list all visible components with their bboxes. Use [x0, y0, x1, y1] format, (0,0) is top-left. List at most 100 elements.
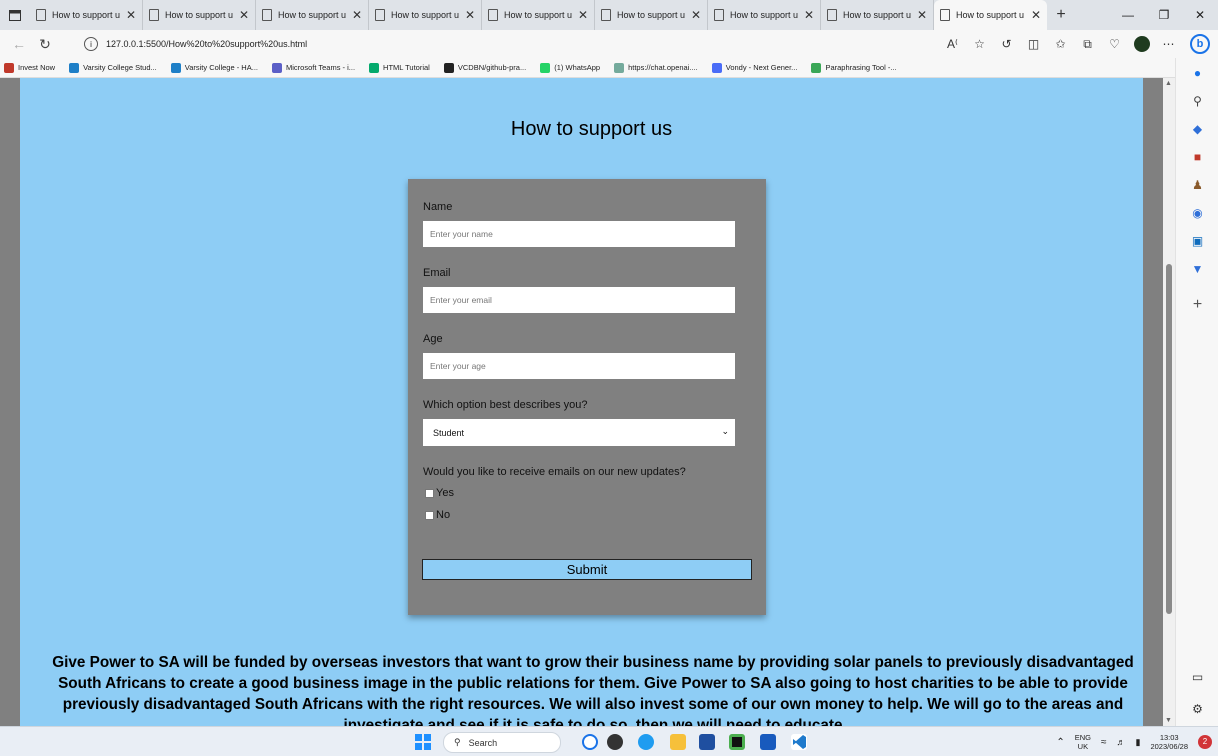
clock[interactable]: 13:03 2023/06/28: [1150, 733, 1188, 751]
performance-icon[interactable]: ♡: [1101, 31, 1128, 57]
back-button[interactable]: ←: [6, 31, 32, 57]
more-menu-icon[interactable]: ⋯: [1155, 31, 1182, 57]
tools-briefcase-icon[interactable]: ■: [1176, 146, 1218, 168]
bookmark-item[interactable]: Varsity College Stud...: [69, 62, 157, 73]
extensions-icon[interactable]: ↺: [993, 31, 1020, 57]
shopping-tag-icon[interactable]: ◆: [1176, 118, 1218, 140]
bookmark-item[interactable]: (1) WhatsApp: [540, 62, 600, 73]
outlook-icon[interactable]: ▣: [1176, 230, 1218, 252]
wifi-icon[interactable]: ≈: [1101, 737, 1107, 747]
close-tab-icon[interactable]: ✕: [239, 8, 249, 22]
close-tab-icon[interactable]: ✕: [465, 8, 475, 22]
bookmark-item[interactable]: Paraphrasing Tool -...: [811, 62, 897, 73]
split-screen-icon[interactable]: ◫: [1020, 31, 1047, 57]
new-tab-button[interactable]: +: [1047, 0, 1075, 30]
minimize-button[interactable]: —: [1110, 0, 1146, 30]
scroll-up-arrow-icon[interactable]: ▲: [1165, 80, 1172, 87]
notification-badge[interactable]: 2: [1198, 735, 1212, 749]
favorites-icon[interactable]: ✩: [1047, 31, 1074, 57]
scroll-down-arrow-icon[interactable]: ▼: [1165, 717, 1172, 724]
refresh-button[interactable]: ↻: [32, 31, 58, 57]
age-input[interactable]: [423, 353, 735, 379]
edge-taskbar-icon[interactable]: [638, 734, 654, 750]
browser-window: How to support u ✕ How to support u ✕ How to…: [0, 0, 1218, 756]
tab-actions-button[interactable]: [0, 0, 30, 30]
close-tab-icon[interactable]: ✕: [126, 8, 136, 22]
close-tab-icon[interactable]: ✕: [917, 8, 927, 22]
yes-checkbox[interactable]: [425, 488, 434, 498]
option-no[interactable]: No: [425, 509, 450, 521]
word-icon[interactable]: [760, 734, 776, 750]
tab[interactable]: How to support u ✕: [256, 0, 369, 30]
tab[interactable]: How to support u ✕: [143, 0, 256, 30]
close-tab-icon[interactable]: ✕: [578, 8, 588, 22]
no-checkbox[interactable]: [425, 510, 434, 520]
tab[interactable]: How to support u ✕: [708, 0, 821, 30]
file-explorer-icon[interactable]: [670, 734, 686, 750]
bookmark-item[interactable]: Varsity College - HA...: [170, 62, 258, 73]
tab[interactable]: How to support u ✕: [369, 0, 482, 30]
close-tab-icon[interactable]: ✕: [804, 8, 814, 22]
show-hidden-icons-icon[interactable]: ⌃: [1056, 737, 1064, 747]
bookmark-item[interactable]: Microsoft Teams - i...: [271, 62, 355, 73]
bookmark-item[interactable]: Invest Now: [4, 62, 56, 73]
address-bar[interactable]: i 127.0.0.1:5500/How%20to%20support%20us…: [84, 33, 884, 55]
bookmark-item[interactable]: HTML Tutorial: [369, 62, 430, 73]
system-tray: ⌃ ENG UK ≈ ♬ ▮ 13:03 2023/06/28 2: [1056, 727, 1218, 756]
site-info-icon[interactable]: i: [84, 37, 98, 51]
microsoft-365-icon[interactable]: ◉: [1176, 202, 1218, 224]
collections-icon[interactable]: ⧉: [1074, 31, 1101, 57]
tab[interactable]: How to support u ✕: [821, 0, 934, 30]
tab[interactable]: How to support u ✕: [595, 0, 708, 30]
sidebar-toggle-icon[interactable]: ▭: [1176, 666, 1218, 688]
submit-button[interactable]: Submit: [422, 559, 752, 580]
notification-bell-icon[interactable]: ●: [1176, 62, 1218, 84]
language-indicator[interactable]: ENG UK: [1075, 733, 1091, 751]
favorite-star-icon[interactable]: ☆: [966, 31, 993, 57]
bookmark-item[interactable]: https://chat.openai....: [614, 62, 698, 73]
taskbar-search-label: Search: [468, 737, 498, 748]
add-sidebar-app-icon[interactable]: +: [1176, 294, 1218, 316]
tab-title: How to support u: [165, 10, 234, 20]
page-icon: [149, 9, 159, 21]
windows-start-icon[interactable]: [415, 734, 431, 750]
option-yes[interactable]: Yes: [425, 487, 454, 499]
battery-icon[interactable]: ▮: [1136, 737, 1141, 747]
profile-avatar[interactable]: [1128, 31, 1155, 57]
close-tab-icon[interactable]: ✕: [352, 8, 362, 22]
page-scrollbar[interactable]: ▲ ▼: [1163, 78, 1175, 726]
store-icon[interactable]: [699, 734, 715, 750]
page-left-margin: [0, 78, 20, 726]
volume-icon[interactable]: ♬: [1117, 737, 1126, 747]
bing-taskbar-icon[interactable]: [582, 734, 598, 750]
bookmark-favicon-icon: [369, 62, 380, 73]
taskbar-search-box[interactable]: ⚲ Search: [443, 732, 561, 753]
bookmark-label: Invest Now: [18, 63, 56, 72]
tab-active[interactable]: How to support u ✕: [934, 0, 1047, 30]
bookmark-label: Vondy - Next Gener...: [725, 63, 798, 72]
toolbar-icons: A⁽ ☆ ↺ ◫ ✩ ⧉ ♡ ⋯ b: [939, 30, 1218, 58]
tab[interactable]: How to support u ✕: [30, 0, 143, 30]
bing-copilot-icon[interactable]: b: [1182, 31, 1218, 57]
close-tab-icon[interactable]: ✕: [691, 8, 701, 22]
email-input[interactable]: [423, 287, 735, 313]
nvidia-app-icon[interactable]: [729, 734, 745, 750]
designer-icon[interactable]: ▼: [1176, 258, 1218, 280]
bookmark-item[interactable]: Vondy - Next Gener...: [711, 62, 798, 73]
close-tab-icon[interactable]: ✕: [1031, 8, 1041, 22]
read-aloud-icon[interactable]: A⁽: [939, 31, 966, 57]
role-select[interactable]: Student ⌄: [423, 419, 735, 446]
games-icon[interactable]: ♟: [1176, 174, 1218, 196]
tab[interactable]: How to support u ✕: [482, 0, 595, 30]
name-input[interactable]: [423, 221, 735, 247]
close-window-button[interactable]: ✕: [1182, 0, 1218, 30]
scrollbar-thumb[interactable]: [1166, 264, 1172, 614]
sidebar-search-icon[interactable]: ⚲: [1176, 90, 1218, 112]
sidebar-settings-gear-icon[interactable]: ⚙: [1176, 698, 1218, 720]
chevron-down-icon: ⌄: [721, 426, 729, 436]
restore-button[interactable]: ❐: [1146, 0, 1182, 30]
bookmark-item[interactable]: VCDBN/github-pra...: [443, 62, 526, 73]
vscode-icon[interactable]: [791, 734, 807, 750]
yes-label: Yes: [436, 487, 454, 499]
camera-app-icon[interactable]: [607, 734, 623, 750]
